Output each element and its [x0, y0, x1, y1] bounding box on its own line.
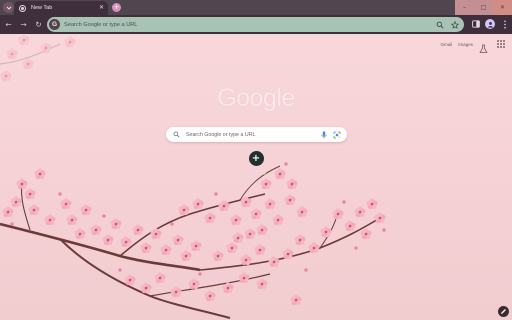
lens-search-icon[interactable]: [332, 130, 341, 139]
kebab-menu-icon[interactable]: [500, 20, 509, 29]
chevron-down-icon: [6, 6, 11, 10]
tab-new-tab[interactable]: New Tab ✕: [14, 1, 108, 15]
window-controls: – □ ✕: [455, 0, 512, 15]
pencil-icon: [501, 309, 506, 314]
gmail-link[interactable]: Gmail: [440, 42, 452, 47]
tab-close-icon[interactable]: ✕: [99, 5, 104, 11]
reload-button[interactable]: ↻: [32, 18, 45, 31]
labs-flask-icon[interactable]: [479, 39, 488, 54]
tab-title: New Tab: [31, 5, 53, 11]
google-apps-icon[interactable]: [497, 39, 506, 49]
top-right-links: Gmail Images: [440, 39, 506, 54]
omnibox-placeholder[interactable]: Search Google or type a URL: [64, 22, 435, 28]
omnibox[interactable]: G Search Google or type a URL: [47, 17, 464, 32]
person-icon: [487, 21, 493, 28]
zoom-lens-icon[interactable]: [435, 20, 444, 29]
cherry-blossom-background: [0, 34, 386, 319]
search-placeholder[interactable]: Search Google or type a URL: [186, 132, 319, 138]
ntp-search-box[interactable]: Search Google or type a URL: [166, 127, 347, 142]
toolbar: ← → ↻ G Search Google or type a URL: [0, 15, 512, 34]
bookmark-star-icon[interactable]: [450, 20, 459, 29]
chrome-new-tab-icon: [19, 4, 26, 12]
forward-button[interactable]: →: [17, 18, 30, 31]
side-panel-icon[interactable]: [471, 20, 480, 29]
profile-avatar[interactable]: [485, 19, 495, 29]
add-shortcut-icon[interactable]: +: [248, 151, 264, 166]
new-tab-button[interactable]: +: [112, 3, 121, 12]
tab-strip: New Tab ✕ + – □ ✕: [0, 0, 512, 15]
tab-search-button[interactable]: [3, 2, 14, 13]
back-button[interactable]: ←: [2, 18, 15, 31]
customize-chrome-button[interactable]: [498, 306, 509, 317]
images-link[interactable]: Images: [458, 42, 473, 47]
add-shortcut[interactable]: + Add shortcut: [243, 151, 269, 176]
add-shortcut-label: Add shortcut: [245, 172, 267, 176]
google-logo: Google: [217, 84, 295, 112]
search-icon: [172, 130, 181, 139]
google-badge-icon: G: [49, 19, 60, 30]
voice-search-icon[interactable]: [319, 130, 328, 139]
close-window-button[interactable]: ✕: [493, 0, 512, 15]
maximize-button[interactable]: □: [474, 0, 493, 15]
minimize-button[interactable]: –: [455, 0, 474, 15]
new-tab-page: Gmail Images Google Search Google or typ…: [0, 34, 512, 320]
